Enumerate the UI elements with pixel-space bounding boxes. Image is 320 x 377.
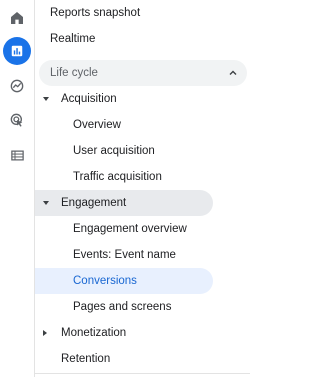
nav-engagement-overview[interactable]: Engagement overview — [35, 216, 187, 242]
nav-item-label: Acquisition — [61, 93, 117, 105]
explore-icon[interactable] — [3, 72, 31, 100]
nav-item-label: Monetization — [61, 327, 127, 339]
advertising-icon[interactable] — [3, 106, 31, 134]
nav-traffic-acquisition[interactable]: Traffic acquisition — [35, 164, 162, 190]
reports-nav: Reports snapshot Realtime Life cycle Acq… — [35, 0, 250, 377]
nav-acquisition-overview[interactable]: Overview — [35, 112, 121, 138]
nav-item-label: Pages and screens — [73, 301, 172, 313]
nav-item-label: Engagement — [61, 197, 127, 209]
nav-item-label: Reports snapshot — [50, 7, 141, 19]
caret-right-icon — [43, 330, 47, 336]
section-header-life-cycle[interactable]: Life cycle — [39, 60, 247, 86]
nav-item-label: Events: Event name — [73, 249, 176, 261]
nav-monetization[interactable]: Monetization — [35, 320, 215, 346]
nav-item-label: Retention — [61, 353, 111, 365]
nav-item-label: Traffic acquisition — [73, 171, 162, 183]
nav-item-label: Engagement overview — [73, 223, 187, 235]
configure-icon[interactable] — [3, 141, 31, 169]
nav-item-label: User acquisition — [73, 145, 155, 157]
nav-reports-snapshot[interactable]: Reports snapshot — [35, 0, 140, 26]
nav-user-acquisition[interactable]: User acquisition — [35, 138, 155, 164]
icon-rail — [0, 0, 35, 377]
caret-down-icon — [43, 201, 49, 205]
nav-item-label: Overview — [73, 119, 121, 131]
chevron-up-icon — [229, 70, 237, 75]
nav-item-label: Realtime — [50, 33, 96, 45]
nav-events-event-name[interactable]: Events: Event name — [35, 242, 176, 268]
home-icon[interactable] — [3, 4, 31, 32]
nav-realtime[interactable]: Realtime — [35, 26, 95, 52]
divider — [35, 373, 250, 374]
nav-engagement[interactable]: Engagement — [35, 190, 213, 216]
nav-pages-and-screens[interactable]: Pages and screens — [35, 294, 171, 320]
nav-item-label: Conversions — [73, 275, 137, 287]
caret-down-icon — [43, 97, 49, 101]
nav-retention[interactable]: Retention — [35, 346, 110, 372]
section-label: Life cycle — [50, 67, 98, 79]
reports-icon[interactable] — [3, 37, 31, 65]
nav-conversions[interactable]: Conversions — [35, 268, 213, 294]
nav-acquisition[interactable]: Acquisition — [35, 86, 215, 112]
